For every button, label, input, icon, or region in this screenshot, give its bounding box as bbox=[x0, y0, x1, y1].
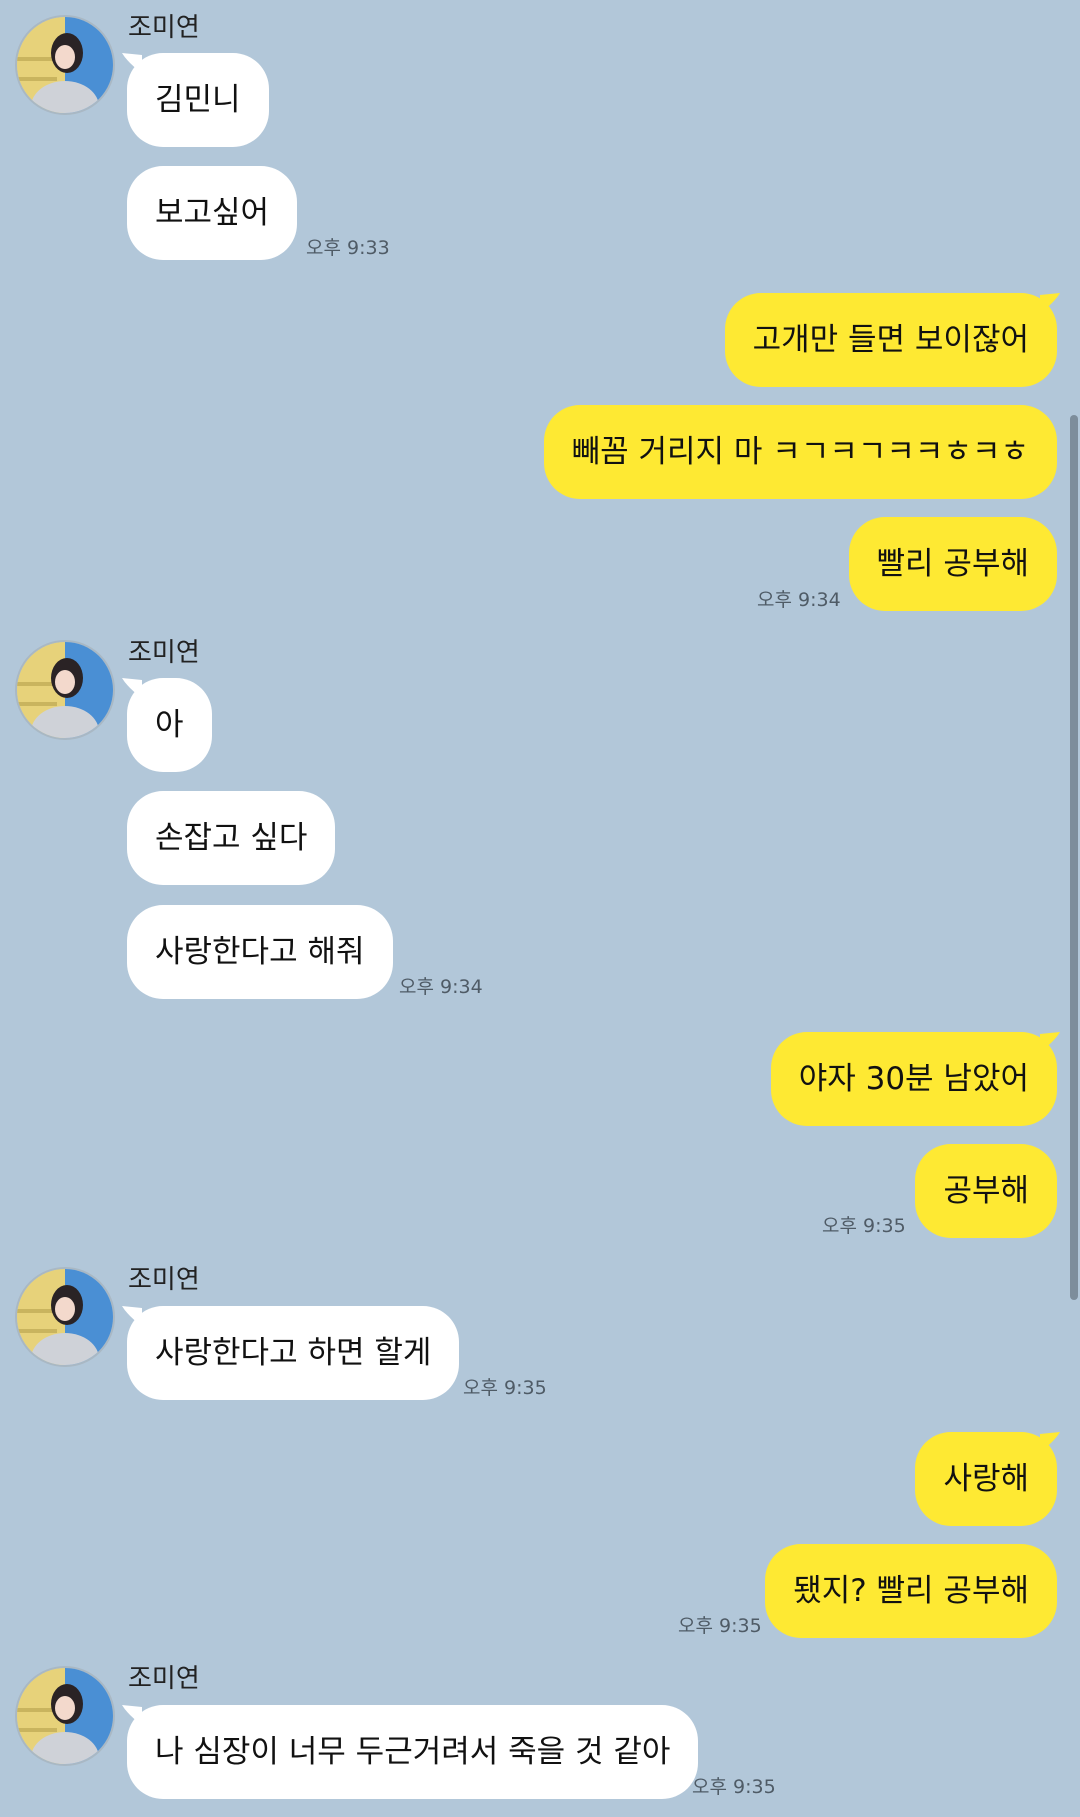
sender-name: 조미연 bbox=[128, 638, 200, 668]
message-timestamp: 오후 9:35 bbox=[692, 1776, 776, 1798]
message-timestamp: 오후 9:35 bbox=[463, 1377, 547, 1399]
message-timestamp: 오후 9:35 bbox=[678, 1615, 762, 1637]
scrollbar[interactable] bbox=[1070, 415, 1078, 1300]
contact-avatar[interactable] bbox=[15, 1267, 115, 1367]
message-bubble-incoming[interactable]: 아 bbox=[127, 678, 212, 772]
message-bubble-outgoing[interactable]: 빨리 공부해 bbox=[848, 517, 1057, 611]
sender-name: 조미연 bbox=[128, 13, 200, 43]
sender-name: 조미연 bbox=[128, 1664, 200, 1694]
chat-area[interactable]: 조미연 김민니 보고싶어 오후 9:33 고개만 들면 보이잖어 빼꼼 거리지 … bbox=[0, 0, 1080, 1817]
message-timestamp: 오후 9:34 bbox=[757, 589, 841, 611]
message-bubble-incoming[interactable]: 나 심장이 너무 두근거려서 죽을 것 같아 bbox=[127, 1705, 699, 1799]
avatar-photo bbox=[17, 1668, 113, 1764]
message-bubble-incoming[interactable]: 사랑한다고 하면 할게 bbox=[127, 1306, 460, 1400]
avatar-photo bbox=[17, 642, 113, 738]
message-timestamp: 오후 9:33 bbox=[306, 237, 390, 259]
contact-avatar[interactable] bbox=[15, 1666, 115, 1766]
message-bubble-incoming[interactable]: 보고싶어 bbox=[127, 166, 298, 260]
message-bubble-incoming[interactable]: 사랑한다고 해줘 bbox=[127, 905, 393, 999]
message-bubble-incoming[interactable]: 김민니 bbox=[127, 53, 269, 147]
message-timestamp: 오후 9:34 bbox=[399, 976, 483, 998]
message-bubble-outgoing[interactable]: 고개만 들면 보이잖어 bbox=[724, 293, 1057, 387]
contact-avatar[interactable] bbox=[15, 640, 115, 740]
message-timestamp: 오후 9:35 bbox=[822, 1215, 906, 1237]
avatar-photo bbox=[17, 1269, 113, 1365]
message-bubble-outgoing[interactable]: 사랑해 bbox=[915, 1432, 1057, 1526]
avatar-photo bbox=[17, 17, 113, 113]
message-bubble-outgoing[interactable]: 야자 30분 남았어 bbox=[770, 1032, 1057, 1126]
message-bubble-outgoing[interactable]: 됐지? 빨리 공부해 bbox=[765, 1544, 1057, 1638]
sender-name: 조미연 bbox=[128, 1265, 200, 1295]
message-bubble-incoming[interactable]: 손잡고 싶다 bbox=[127, 791, 336, 885]
message-bubble-outgoing[interactable]: 빼꼼 거리지 마 ㅋㄱㅋㄱㅋㅋㅎㅋㅎ bbox=[543, 405, 1057, 499]
message-bubble-outgoing[interactable]: 공부해 bbox=[915, 1144, 1057, 1238]
contact-avatar[interactable] bbox=[15, 15, 115, 115]
